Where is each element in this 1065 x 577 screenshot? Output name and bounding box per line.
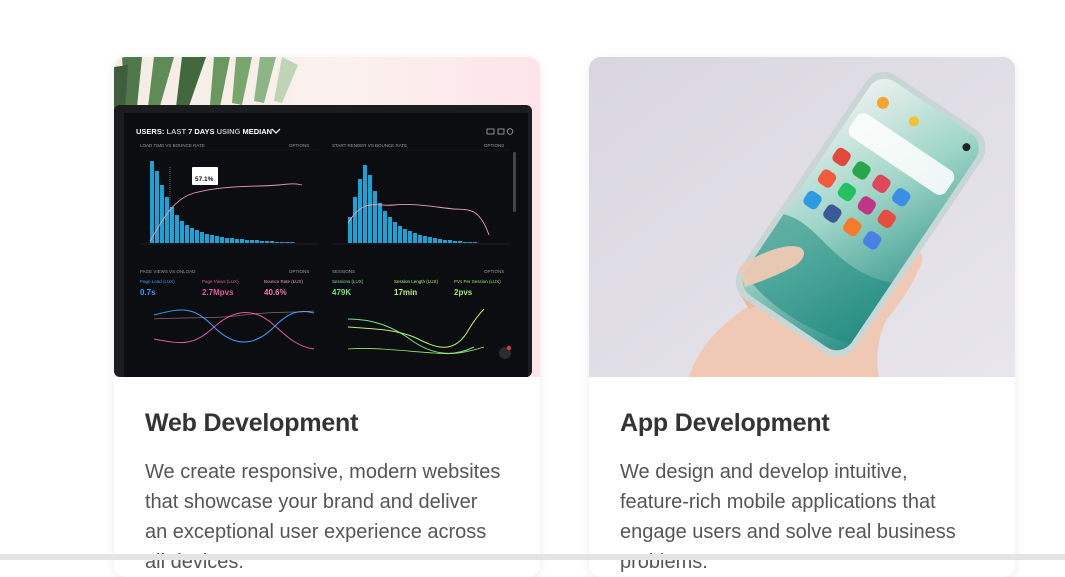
svg-text:Page Load (LUX): Page Load (LUX) [140,279,175,284]
svg-text:Session Length (LUX): Session Length (LUX) [394,279,439,284]
metric-value: 2.7Mpvs [202,288,234,297]
service-card-app-development[interactable]: App Development We design and develop in… [589,57,1015,577]
card-title: Web Development [145,409,359,437]
panel-title: PAGE VIEWS VS ONLOAD [140,269,196,274]
dashboard-header: USERS: LAST 7 DAYS USING MEDIAN [136,127,272,136]
page-bottom-edge [0,554,1065,560]
svg-text:PVs Per Session (LUX): PVs Per Session (LUX) [454,279,501,284]
metric-value: 17min [394,288,417,297]
svg-text:Bounce Rate (LUX): Bounce Rate (LUX) [264,279,304,284]
metric-value: 479K [332,288,351,297]
card-title: App Development [620,409,830,437]
metric-value: 40.6% [264,288,287,297]
panel-title: START RENDER VS BOUNCE RATE [332,143,407,148]
options-label: OPTIONS [484,269,504,274]
tooltip-value: 57.1% [195,176,214,183]
options-label: OPTIONS [289,143,309,148]
metric-value: 0.7s [140,288,156,297]
analytics-dashboard-image: USERS: LAST 7 DAYS USING MEDIAN LOAD TIM… [114,57,540,377]
phone-in-hand-image [589,57,1015,377]
panel-title: LOAD TIME VS BOUNCE RATE [140,143,205,148]
svg-text:Sessions (LUX): Sessions (LUX) [332,279,364,284]
service-card-web-development[interactable]: USERS: LAST 7 DAYS USING MEDIAN LOAD TIM… [114,57,540,577]
panel-title: SESSIONS [332,269,355,274]
metric-value: 2pvs [454,288,473,297]
options-label: OPTIONS [289,269,309,274]
options-label: OPTIONS [484,143,504,148]
svg-text:Page Views (LUX): Page Views (LUX) [202,279,239,284]
notification-badge [506,345,512,351]
scrollbar[interactable] [513,152,516,212]
